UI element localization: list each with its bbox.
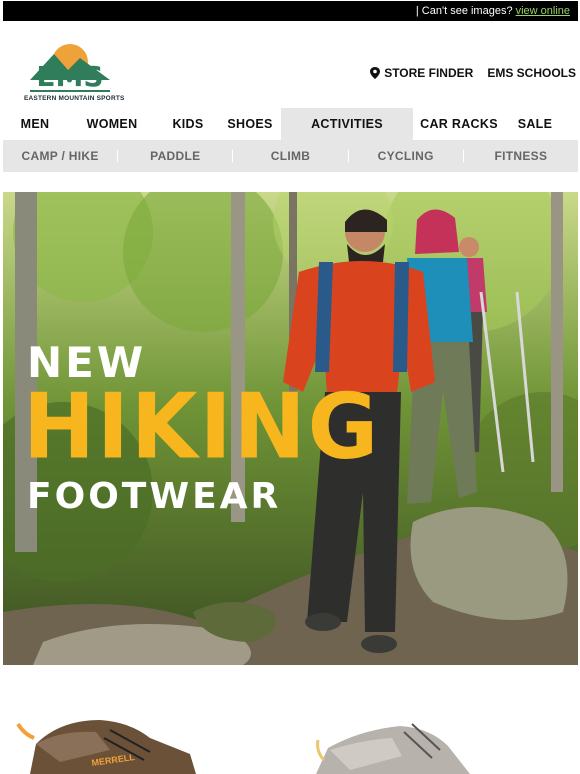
header: EMS EASTERN MOUNTAIN SPORTS STORE FINDER… xyxy=(0,22,580,108)
ems-schools-link[interactable]: EMS SCHOOLS xyxy=(487,66,576,80)
location-pin-icon xyxy=(370,67,381,79)
logo-tagline: EASTERN MOUNTAIN SPORTS xyxy=(24,95,125,102)
view-online-link[interactable]: view online xyxy=(516,5,570,17)
store-finder-link[interactable]: STORE FINDER xyxy=(370,66,473,80)
top-bar: | Can't see images? view online xyxy=(3,1,578,21)
nav-car-racks[interactable]: CAR RACKS xyxy=(413,108,505,140)
nav-sale[interactable]: SALE xyxy=(505,108,565,140)
store-finder-label: STORE FINDER xyxy=(384,66,474,80)
brown-hiking-shoe-image[interactable]: MERRELL xyxy=(16,720,196,774)
nav-women[interactable]: WOMEN xyxy=(67,108,157,140)
product-row: MERRELL xyxy=(0,690,580,774)
nav-kids[interactable]: KIDS xyxy=(157,108,219,140)
subnav-cycling[interactable]: CYCLING xyxy=(349,149,463,163)
main-nav: MEN WOMEN KIDS SHOES ACTIVITIES CAR RACK… xyxy=(3,108,578,140)
grey-hiking-shoe-image[interactable] xyxy=(316,723,470,774)
sub-nav: CAMP / HIKE PADDLE CLIMB CYCLING FITNESS xyxy=(3,140,578,172)
subnav-climb[interactable]: CLIMB xyxy=(233,149,347,163)
nav-activities[interactable]: ACTIVITIES xyxy=(281,108,413,140)
subnav-fitness[interactable]: FITNESS xyxy=(464,149,578,163)
nav-men[interactable]: MEN xyxy=(3,108,67,140)
hero-line-hiking: HIKING xyxy=(23,374,381,480)
nav-shoes[interactable]: SHOES xyxy=(219,108,281,140)
subnav-paddle[interactable]: PADDLE xyxy=(118,149,232,163)
hero-line-footwear: FOOTWEAR xyxy=(27,476,282,517)
svg-text:EMS: EMS xyxy=(36,60,103,93)
hero-banner[interactable]: NEW HIKING FOOTWEAR xyxy=(3,192,578,665)
product-shoes-preview: MERRELL xyxy=(16,720,470,774)
subnav-camp-hike[interactable]: CAMP / HIKE xyxy=(3,149,117,163)
header-links: STORE FINDER EMS SCHOOLS xyxy=(370,66,576,80)
cant-see-images-text: | Can't see images? xyxy=(415,5,513,17)
